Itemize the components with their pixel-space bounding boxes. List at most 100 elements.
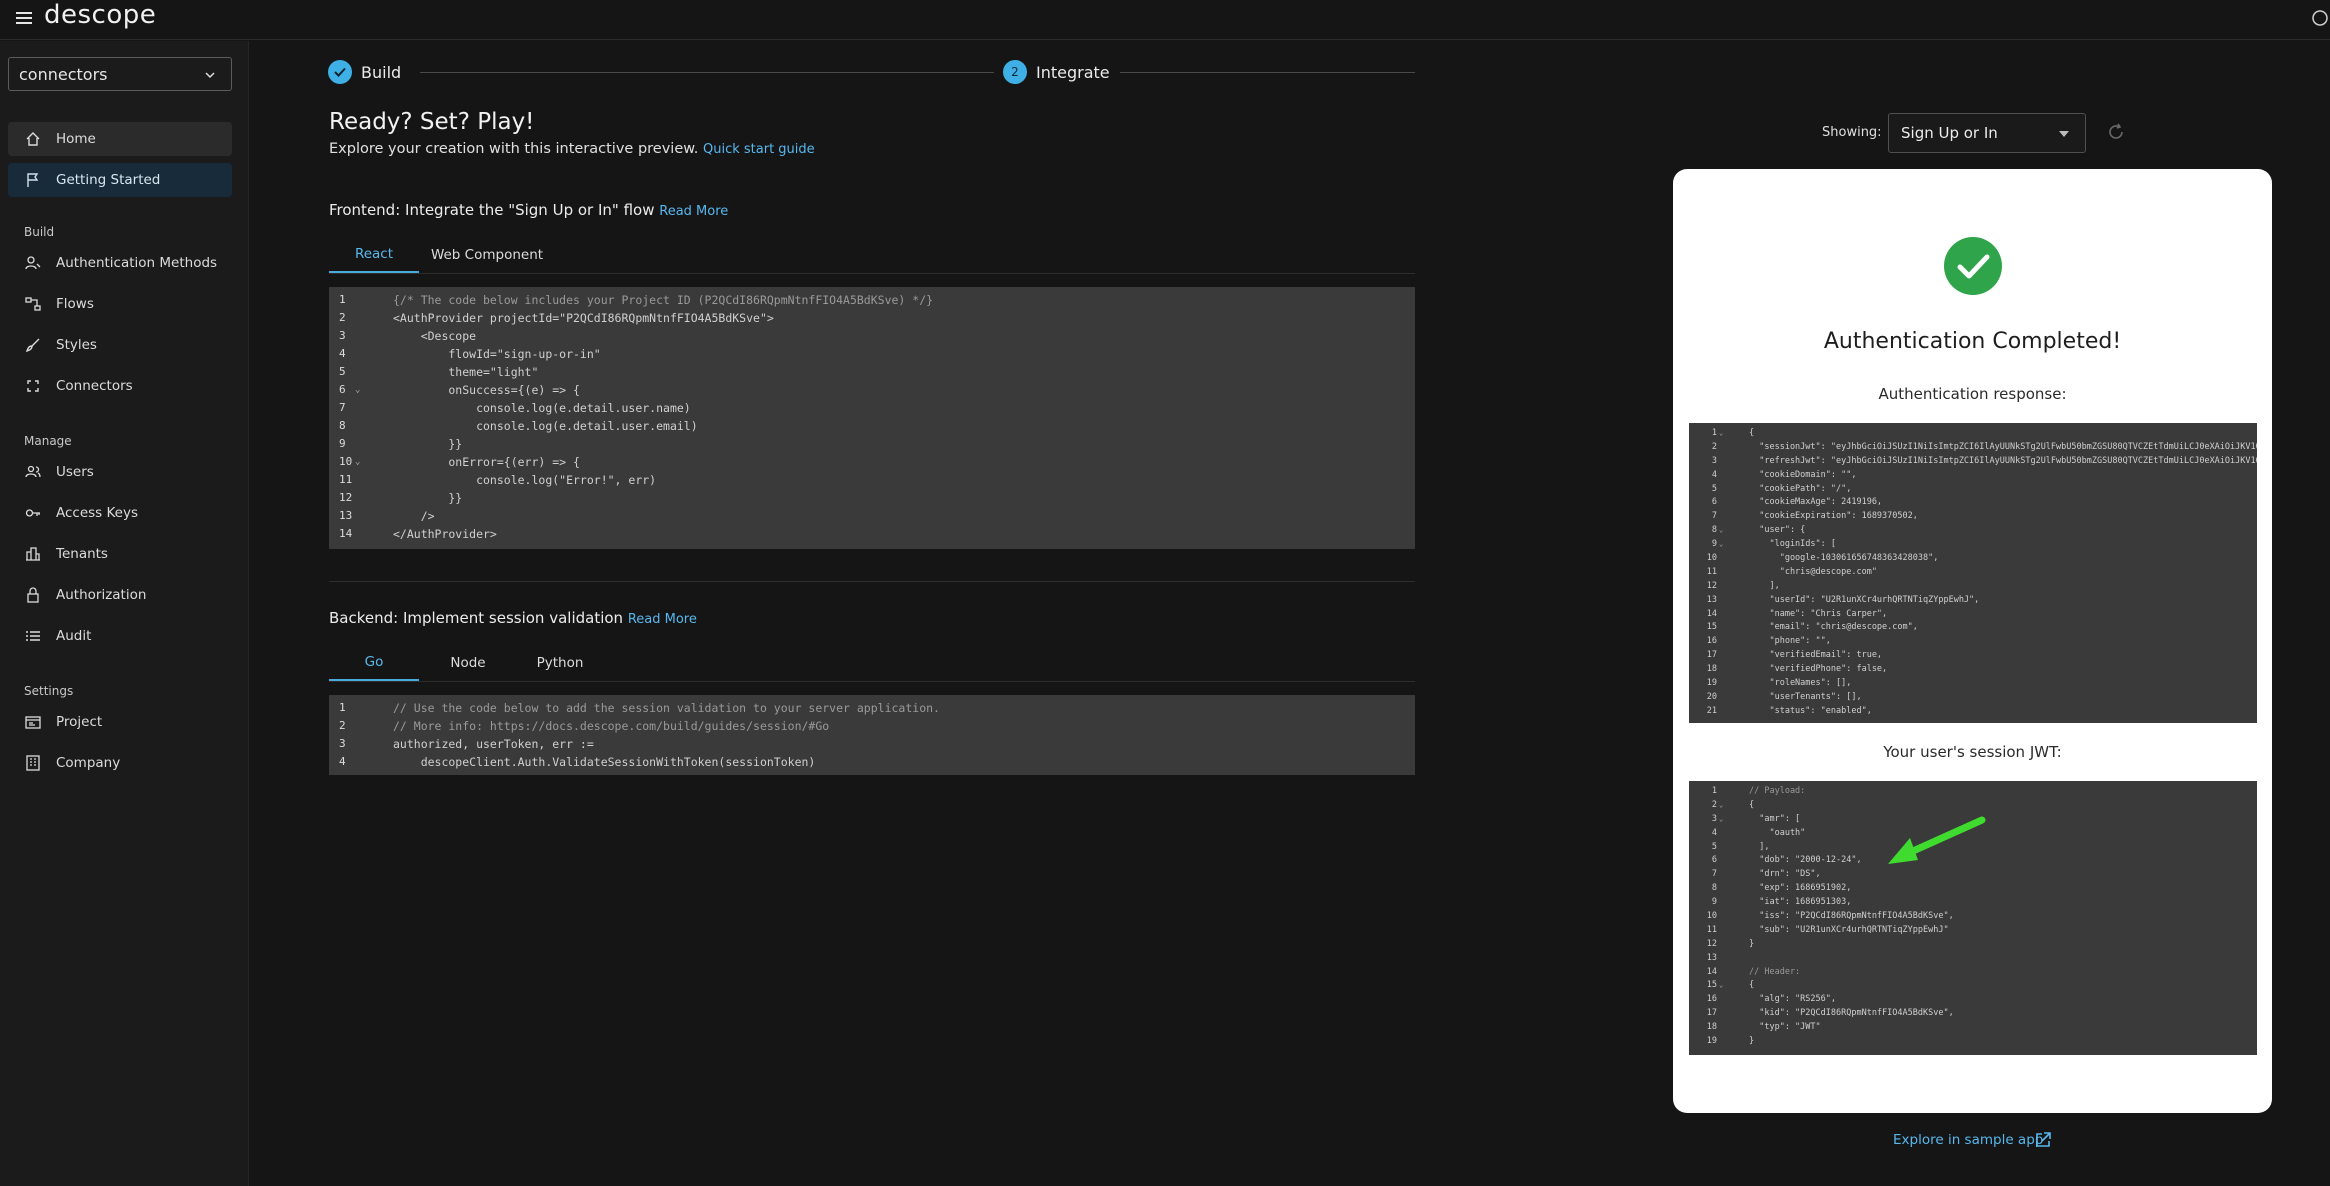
code-text: "loginIds": [ (1749, 539, 1836, 550)
flow-preview-card: Authentication Completed! Authentication… (1673, 169, 2272, 1113)
line-number: 12 (339, 491, 353, 504)
sidebar-item-flows[interactable]: Flows (8, 287, 232, 321)
line-number: 5 (1711, 841, 1717, 852)
code-text: "user": { (1749, 525, 1806, 536)
code-text: onError={(err) => { (393, 455, 580, 469)
line-number: 11 (1706, 566, 1717, 577)
tab-python[interactable]: Python (517, 645, 603, 681)
code-line: 9 ⌄ "loginIds": [ (1689, 538, 2257, 552)
fold-chevron-icon[interactable]: ⌄ (1719, 427, 1723, 441)
code-text: "userTenants": [], (1749, 691, 1862, 702)
code-text: "roleNames": [], (1749, 678, 1852, 689)
line-number: 14 (1706, 608, 1717, 619)
fold-chevron-icon[interactable]: ⌄ (1719, 979, 1723, 993)
descope-logo[interactable]: descope (44, 0, 156, 30)
code-line: 14 "name": "Chris Carper", (1689, 608, 2257, 622)
step-build-label: Build (361, 63, 402, 82)
code-text: "userId": "U2R1unXCr4urhQRTNTiqZYppEwhJ"… (1749, 594, 1980, 605)
sidebar: connectors Home Getting Started Build Au… (0, 41, 249, 1186)
frontend-title-text: Frontend: Integrate the "Sign Up or In" … (329, 201, 655, 219)
backend-code-block[interactable]: 1 // Use the code below to add the sessio… (329, 695, 1415, 775)
code-text: "cookieDomain": "", (1749, 469, 1857, 480)
sidebar-item-getting-started[interactable]: Getting Started (8, 163, 232, 197)
sidebar-item-tenants[interactable]: Tenants (8, 537, 232, 571)
code-text: "dob": "2000-12-24", (1749, 855, 1862, 866)
code-text: <AuthProvider projectId="P2QCdI86RQpmNtn… (393, 311, 774, 325)
code-text: "status": "enabled", (1749, 705, 1872, 716)
code-text: "verifiedPhone": false, (1749, 664, 1888, 675)
fold-chevron-icon[interactable]: ⌄ (355, 453, 360, 471)
sidebar-item-styles[interactable]: Styles (8, 328, 232, 362)
menu-icon[interactable] (14, 8, 34, 28)
code-line: 10 "iss": "P2QCdI86RQpmNtnfFIO4A5BdKSve"… (1689, 910, 2257, 924)
sidebar-item-connectors[interactable]: Connectors (8, 369, 232, 403)
sidebar-item-home[interactable]: Home (8, 122, 232, 156)
sidebar-item-project[interactable]: Project (8, 705, 232, 739)
frontend-read-more-link[interactable]: Read More (659, 204, 728, 219)
sidebar-item-audit[interactable]: Audit (8, 619, 232, 653)
code-text: onSuccess={(e) => { (393, 383, 580, 397)
code-line: 9 "iat": 1686951303, (1689, 896, 2257, 910)
quick-start-link[interactable]: Quick start guide (703, 142, 815, 157)
step-trailing-line (1120, 72, 1415, 73)
line-number: 14 (1706, 966, 1717, 977)
code-line: 21 "status": "enabled", (1689, 705, 2257, 719)
tab-go[interactable]: Go (329, 645, 419, 681)
code-line: 11 console.log("Error!", err) (329, 471, 1415, 489)
fold-chevron-icon[interactable]: ⌄ (1719, 813, 1723, 827)
code-text: </AuthProvider> (393, 527, 497, 541)
fold-chevron-icon[interactable]: ⌄ (355, 381, 360, 399)
line-number: 11 (339, 473, 353, 486)
line-number: 7 (339, 401, 346, 414)
code-text: "drn": "DS", (1749, 869, 1821, 880)
sidebar-item-access-keys[interactable]: Access Keys (8, 496, 232, 530)
code-line: 2 ⌄ { (1689, 799, 2257, 813)
code-line: 9 }} (329, 435, 1415, 453)
refresh-icon[interactable] (2106, 122, 2126, 142)
code-line: 17 "verifiedEmail": true, (1689, 649, 2257, 663)
showing-label: Showing: (1822, 125, 1882, 140)
user-key-icon (25, 256, 41, 270)
external-link-icon[interactable] (2034, 1131, 2052, 1149)
tab-web-component[interactable]: Web Component (429, 237, 545, 273)
code-line: 4 descopeClient.Auth.ValidateSessionWith… (329, 753, 1415, 771)
code-text: <Descope (393, 329, 477, 343)
sidebar-item-company[interactable]: Company (8, 746, 232, 780)
explore-sample-app-link[interactable]: Explore in sample app (1893, 1132, 2043, 1148)
auth-response-label: Authentication response: (1878, 385, 2067, 403)
code-text: console.log(e.detail.user.email) (393, 419, 698, 433)
settings-icon[interactable] (2310, 8, 2330, 28)
backend-tabs: Go Node Python (329, 645, 1415, 681)
fold-chevron-icon[interactable]: ⌄ (1719, 799, 1723, 813)
code-text: "exp": 1686951902, (1749, 883, 1852, 894)
sidebar-item-label: Styles (56, 337, 97, 353)
code-line: 15 "email": "chris@descope.com", (1689, 621, 2257, 635)
sidebar-item-label: Authorization (56, 587, 147, 603)
tab-node[interactable]: Node (429, 645, 507, 681)
fold-chevron-icon[interactable]: ⌄ (1719, 524, 1723, 538)
code-text: "google-103061656748363428038", (1749, 553, 1939, 564)
project-select[interactable]: connectors (8, 57, 232, 91)
frontend-code-block[interactable]: 1 {/* The code below includes your Projec… (329, 287, 1415, 549)
code-text: "typ": "JWT" (1749, 1022, 1821, 1033)
code-text: { (1749, 799, 1755, 810)
code-line: 19 "roleNames": [], (1689, 677, 2257, 691)
code-line: 18 "typ": "JWT" (1689, 1021, 2257, 1035)
fold-chevron-icon[interactable]: ⌄ (1719, 538, 1723, 552)
line-number: 12 (1706, 580, 1717, 591)
sidebar-item-label: Flows (56, 296, 94, 312)
backend-read-more-link[interactable]: Read More (628, 612, 697, 627)
top-bar: descope (0, 0, 2330, 40)
line-number: 19 (1706, 678, 1717, 689)
main-content: Build 2 Integrate Ready? Set? Play! Expl… (250, 41, 1415, 1186)
line-number: 10 (1706, 911, 1717, 922)
sidebar-item-users[interactable]: Users (8, 455, 232, 489)
flag-icon (27, 173, 39, 187)
sidebar-item-label: Audit (56, 628, 92, 644)
code-text: "email": "chris@descope.com", (1749, 622, 1918, 633)
sidebar-item-authentication-methods[interactable]: Authentication Methods (8, 246, 232, 280)
tab-react[interactable]: React (329, 237, 419, 273)
flow-select[interactable]: Sign Up or In (1888, 113, 2086, 153)
auth-response-code[interactable]: 1 ⌄{2 "sessionJwt": "eyJhbGciOiJSUzI1NiIs… (1689, 423, 2257, 723)
sidebar-item-authorization[interactable]: Authorization (8, 578, 232, 612)
